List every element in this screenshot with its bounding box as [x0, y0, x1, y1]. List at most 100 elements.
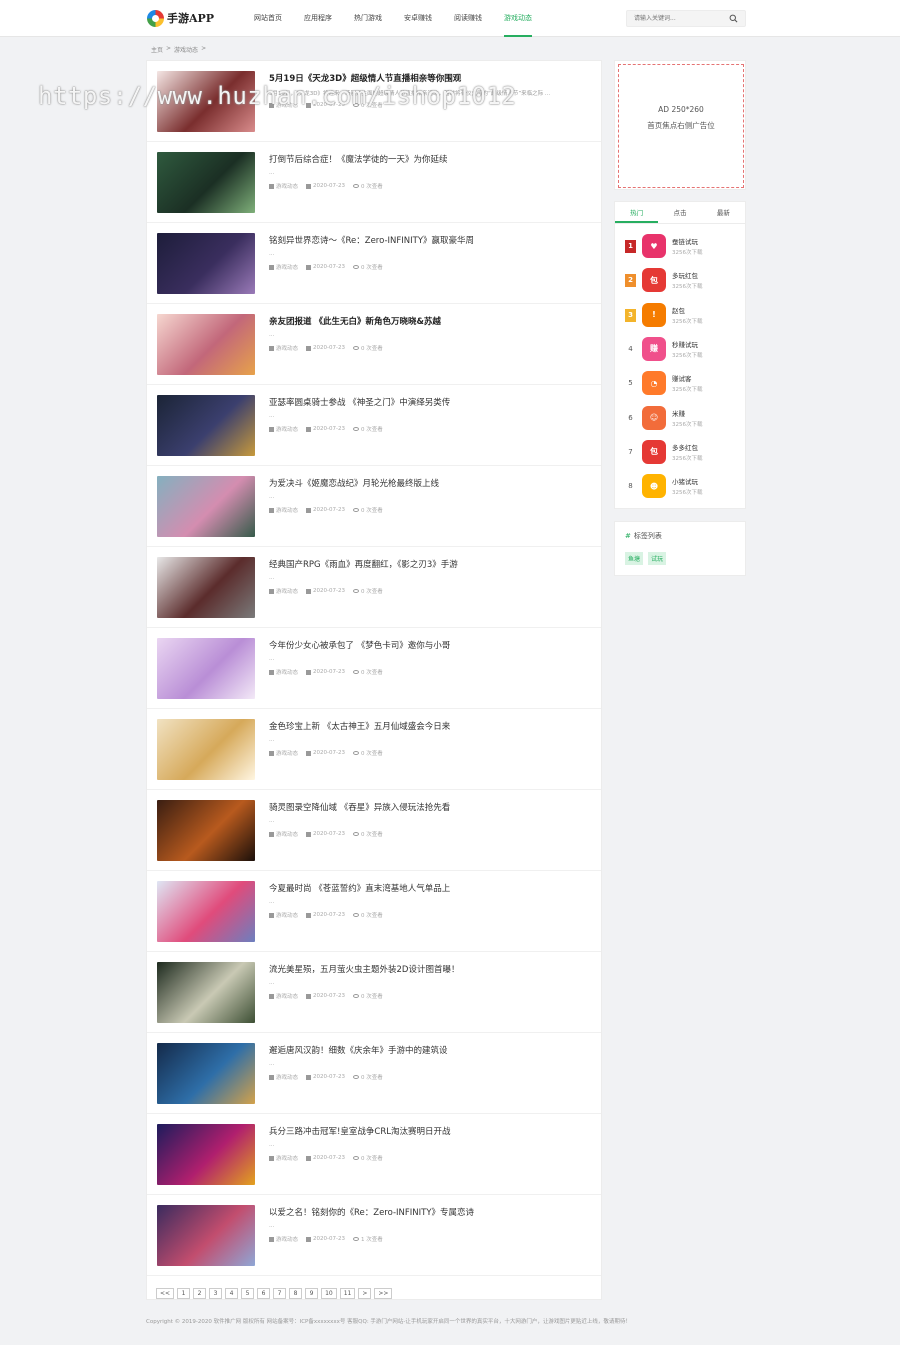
- ranking-item[interactable]: 8 ☻ 小猪试玩 3256次下载: [615, 472, 745, 506]
- article-thumbnail[interactable]: [157, 476, 255, 537]
- app-icon[interactable]: ♥: [642, 234, 666, 258]
- article-thumbnail[interactable]: [157, 1043, 255, 1104]
- tag-item[interactable]: 试玩: [648, 552, 667, 565]
- article-category[interactable]: 游戏动态: [269, 425, 298, 433]
- ranking-item[interactable]: 5 ◔ 赚试客 3256次下载: [615, 369, 745, 403]
- article-thumbnail[interactable]: [157, 395, 255, 456]
- ranking-item[interactable]: 6 ☺ 米赚 3256次下载: [615, 404, 745, 438]
- article-title[interactable]: 流光美星殒，五月萤火虫主题外装2D设计图首曝！: [269, 963, 459, 975]
- page-button[interactable]: >: [358, 1288, 372, 1299]
- article-row[interactable]: 亚瑟率圆桌骑士参战 《神圣之门》中演绎另类传... 游戏动态 2020-07-23 0…: [147, 385, 601, 466]
- nav-home[interactable]: 网站首页: [254, 0, 282, 37]
- article-category[interactable]: 游戏动态: [269, 911, 298, 919]
- app-icon[interactable]: 包: [642, 439, 666, 464]
- article-title[interactable]: 打倒节后综合症！《魔法学徒的一天》为你延续: [269, 153, 448, 165]
- article-row[interactable]: 今年份少女心被承包了 《梦色卡司》邀你与小哥... 游戏动态 2020-07-23 0…: [147, 628, 601, 709]
- article-row[interactable]: 金色珍宝上新 《太古神王》五月仙域盛会今日来... 游戏动态 2020-07-23 0…: [147, 709, 601, 790]
- article-category[interactable]: 游戏动态: [269, 668, 298, 676]
- article-row[interactable]: 经典国产RPG《雨血》再度翻红，《影之刃3》手游... 游戏动态 2020-07-2…: [147, 547, 601, 628]
- article-thumbnail[interactable]: [157, 719, 255, 780]
- article-row[interactable]: 兵分三路冲击冠军!皇室战争CRL淘汰赛明日开战... 游戏动态 2020-07-23…: [147, 1114, 601, 1195]
- article-row[interactable]: 流光美星殒，五月萤火虫主题外装2D设计图首曝！... 游戏动态 2020-07-23…: [147, 952, 601, 1033]
- article-thumbnail[interactable]: [157, 1205, 255, 1266]
- page-button[interactable]: 8: [289, 1288, 303, 1299]
- article-title[interactable]: 以爱之名！铭刻你的《Re：Zero-INFINITY》专属恋诗: [269, 1206, 474, 1218]
- app-name[interactable]: 多玩红包: [672, 270, 698, 280]
- article-thumbnail[interactable]: [157, 314, 255, 375]
- article-title[interactable]: 铭刻异世界恋诗～《Re：Zero-INFINITY》赢取豪华周: [269, 234, 474, 246]
- ranking-item[interactable]: 1 ♥ 蚕链试玩 3256次下载: [615, 232, 745, 266]
- page-button[interactable]: <<: [156, 1288, 175, 1299]
- page-button[interactable]: >>: [374, 1288, 393, 1299]
- ranking-item[interactable]: 7 包 多多红包 3256次下载: [615, 438, 745, 472]
- tab-latest[interactable]: 最新: [702, 202, 745, 223]
- nav-android-earn[interactable]: 安卓赚钱: [404, 0, 432, 37]
- article-thumbnail[interactable]: [157, 1124, 255, 1185]
- article-thumbnail[interactable]: [157, 233, 255, 294]
- app-icon[interactable]: 赚: [642, 336, 666, 361]
- article-title[interactable]: 骑灵图录空降仙域 《吞星》异族入侵玩法抢先看: [269, 801, 450, 813]
- article-row[interactable]: 骑灵图录空降仙域 《吞星》异族入侵玩法抢先看... 游戏动态 2020-07-23 0…: [147, 790, 601, 871]
- article-row[interactable]: 今夏最时尚 《苍蓝誓约》直末湾基地人气单品上... 游戏动态 2020-07-23 0…: [147, 871, 601, 952]
- article-title[interactable]: 今夏最时尚 《苍蓝誓约》直末湾基地人气单品上: [269, 882, 450, 894]
- article-title[interactable]: 为爱决斗《姬魔恋战纪》月轮光枪最终版上线: [269, 477, 439, 489]
- article-thumbnail[interactable]: [157, 152, 255, 213]
- article-title[interactable]: 亲友团报道 《此生无白》新角色万晓晓&苏越: [269, 315, 441, 327]
- app-icon[interactable]: ☻: [642, 474, 666, 499]
- breadcrumb-current[interactable]: 游戏动态: [174, 45, 198, 54]
- article-thumbnail[interactable]: [157, 71, 255, 132]
- nav-game-news[interactable]: 游戏动态: [504, 0, 532, 37]
- page-button[interactable]: 7: [273, 1288, 287, 1299]
- article-title[interactable]: 亚瑟率圆桌骑士参战 《神圣之门》中演绎另类传: [269, 396, 450, 408]
- app-name[interactable]: 小猪试玩: [672, 476, 698, 486]
- nav-apps[interactable]: 应用程序: [304, 0, 332, 37]
- ad-slot[interactable]: AD 250*260 首页焦点右侧广告位: [614, 60, 746, 190]
- article-title[interactable]: 今年份少女心被承包了 《梦色卡司》邀你与小哥: [269, 639, 450, 651]
- article-category[interactable]: 游戏动态: [269, 182, 298, 190]
- app-icon[interactable]: 包: [642, 268, 666, 293]
- page-button[interactable]: 10: [321, 1288, 337, 1299]
- article-thumbnail[interactable]: [157, 881, 255, 942]
- page-button[interactable]: 2: [193, 1288, 207, 1299]
- app-name[interactable]: 多多红包: [672, 442, 698, 452]
- article-row[interactable]: 为爱决斗《姬魔恋战纪》月轮光枪最终版上线... 游戏动态 2020-07-23 0 次…: [147, 466, 601, 547]
- nav-read-earn[interactable]: 阅读赚钱: [454, 0, 482, 37]
- article-row[interactable]: 铭刻异世界恋诗～《Re：Zero-INFINITY》赢取豪华周... 游戏动态 20…: [147, 223, 601, 304]
- article-title[interactable]: 邂逅唐风汉韵！细数《庆余年》手游中的建筑设: [269, 1044, 448, 1056]
- app-name[interactable]: 米赚: [672, 408, 685, 418]
- ranking-item[interactable]: 3! 赵包 3256次下载: [615, 301, 745, 335]
- article-title[interactable]: 5月19日《天龙3D》超级情人节直播相亲等你围观: [269, 72, 461, 84]
- app-icon[interactable]: ☺: [642, 405, 666, 430]
- ranking-item[interactable]: 2 包 多玩红包 3256次下载: [615, 266, 745, 300]
- article-thumbnail[interactable]: [157, 962, 255, 1023]
- page-button[interactable]: 3: [209, 1288, 223, 1299]
- article-row[interactable]: 亲友团报道 《此生无白》新角色万晓晓&苏越... 游戏动态 2020-07-23 0 …: [147, 304, 601, 385]
- page-button[interactable]: 6: [257, 1288, 271, 1299]
- app-name[interactable]: 赚试客: [672, 373, 692, 383]
- page-button[interactable]: 9: [305, 1288, 319, 1299]
- article-row[interactable]: 以爱之名！铭刻你的《Re：Zero-INFINITY》专属恋诗... 游戏动态 20…: [147, 1195, 601, 1276]
- article-category[interactable]: 游戏动态: [269, 506, 298, 514]
- site-logo[interactable]: 手游APP: [147, 9, 214, 27]
- search-input[interactable]: [627, 11, 722, 26]
- tab-hot[interactable]: 热门: [615, 202, 659, 223]
- article-title[interactable]: 兵分三路冲击冠军!皇室战争CRL淘汰赛明日开战: [269, 1125, 451, 1137]
- article-row[interactable]: 邂逅唐风汉韵！细数《庆余年》手游中的建筑设... 游戏动态 2020-07-23 0 …: [147, 1033, 601, 1114]
- search-icon[interactable]: [729, 14, 738, 23]
- breadcrumb-home[interactable]: 主页: [151, 45, 163, 54]
- page-button[interactable]: 11: [339, 1288, 356, 1299]
- ranking-item[interactable]: 4 赚 秒赚试玩 3256次下载: [615, 335, 745, 369]
- article-category[interactable]: 游戏动态: [269, 263, 298, 271]
- app-icon[interactable]: !: [642, 302, 666, 327]
- app-name[interactable]: 蚕链试玩: [672, 236, 698, 246]
- article-title[interactable]: 经典国产RPG《雨血》再度翻红，《影之刃3》手游: [269, 558, 458, 570]
- article-category[interactable]: 游戏动态: [269, 1073, 298, 1081]
- article-row[interactable]: 打倒节后综合症！《魔法学徒的一天》为你延续... 游戏动态 2020-07-23 0 …: [147, 142, 601, 223]
- tab-clicks[interactable]: 点击: [658, 202, 701, 223]
- article-thumbnail[interactable]: [157, 557, 255, 618]
- article-category[interactable]: 游戏动态: [269, 344, 298, 352]
- page-button[interactable]: 4: [225, 1288, 239, 1299]
- app-icon[interactable]: ◔: [642, 371, 666, 396]
- article-thumbnail[interactable]: [157, 638, 255, 699]
- article-category[interactable]: 游戏动态: [269, 749, 298, 757]
